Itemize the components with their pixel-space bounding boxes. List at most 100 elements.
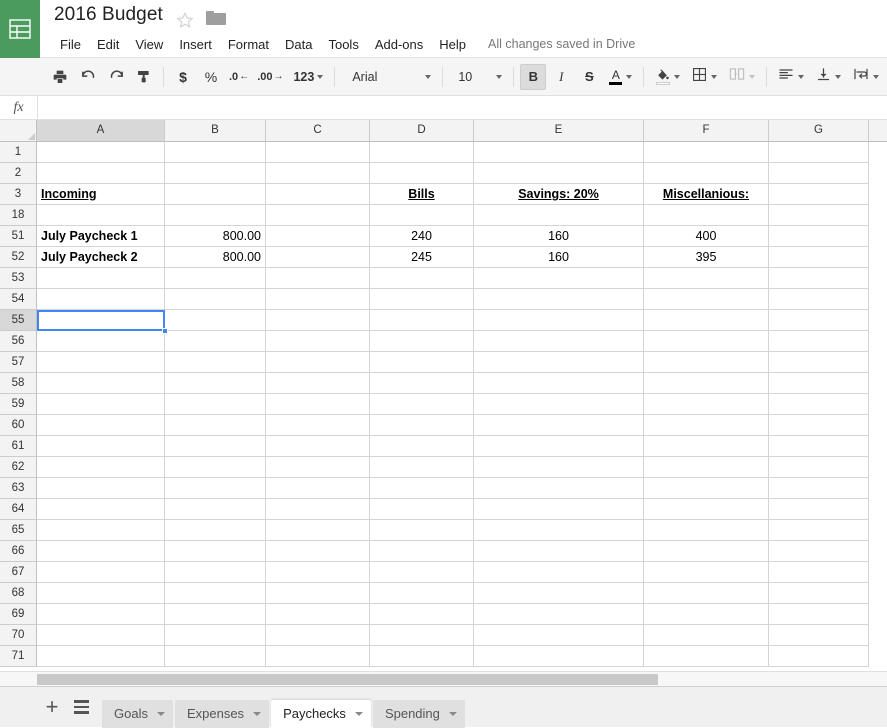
cell-F53[interactable] (644, 268, 769, 289)
cell-G62[interactable] (769, 457, 869, 478)
cell-A56[interactable] (37, 331, 165, 352)
menu-help[interactable]: Help (431, 35, 474, 54)
font-family-selector[interactable]: Arial (341, 64, 436, 90)
cell-F54[interactable] (644, 289, 769, 310)
cell-D66[interactable] (370, 541, 474, 562)
cell-A52[interactable]: July Paycheck 2 (37, 247, 165, 268)
cell-G58[interactable] (769, 373, 869, 394)
chevron-down-icon[interactable] (448, 711, 457, 716)
cell-E60[interactable] (474, 415, 644, 436)
cell-D1[interactable] (370, 142, 474, 163)
cell-C59[interactable] (266, 394, 370, 415)
cell-C3[interactable] (266, 184, 370, 205)
cell-D55[interactable] (370, 310, 474, 331)
cell-B53[interactable] (165, 268, 266, 289)
cell-G67[interactable] (769, 562, 869, 583)
column-header-d[interactable]: D (370, 120, 474, 141)
cell-C51[interactable] (266, 226, 370, 247)
cell-C62[interactable] (266, 457, 370, 478)
cell-A71[interactable] (37, 646, 165, 667)
menu-tools[interactable]: Tools (320, 35, 366, 54)
cell-G53[interactable] (769, 268, 869, 289)
cell-D67[interactable] (370, 562, 474, 583)
cell-C67[interactable] (266, 562, 370, 583)
row-header-61[interactable]: 61 (0, 436, 37, 457)
menu-view[interactable]: View (127, 35, 171, 54)
chevron-down-icon[interactable] (354, 711, 363, 716)
cell-F64[interactable] (644, 499, 769, 520)
horizontal-scrollbar-track[interactable] (0, 671, 887, 686)
cell-E70[interactable] (474, 625, 644, 646)
cell-A18[interactable] (37, 205, 165, 226)
cell-F66[interactable] (644, 541, 769, 562)
cell-D60[interactable] (370, 415, 474, 436)
cell-A68[interactable] (37, 583, 165, 604)
cell-E18[interactable] (474, 205, 644, 226)
column-header-a[interactable]: A (37, 120, 165, 141)
cell-A59[interactable] (37, 394, 165, 415)
cell-G68[interactable] (769, 583, 869, 604)
column-header-c[interactable]: C (266, 120, 370, 141)
cell-E51[interactable]: 160 (474, 226, 644, 247)
cell-C63[interactable] (266, 478, 370, 499)
menu-format[interactable]: Format (220, 35, 277, 54)
cell-G71[interactable] (769, 646, 869, 667)
row-header-1[interactable]: 1 (0, 142, 37, 163)
star-icon[interactable] (176, 11, 194, 29)
cell-B62[interactable] (165, 457, 266, 478)
row-header-53[interactable]: 53 (0, 268, 37, 289)
cell-E64[interactable] (474, 499, 644, 520)
cell-F61[interactable] (644, 436, 769, 457)
cell-B18[interactable] (165, 205, 266, 226)
row-header-71[interactable]: 71 (0, 646, 37, 667)
row-header-2[interactable]: 2 (0, 163, 37, 184)
cell-G66[interactable] (769, 541, 869, 562)
row-header-64[interactable]: 64 (0, 499, 37, 520)
cell-E65[interactable] (474, 520, 644, 541)
cell-A63[interactable] (37, 478, 165, 499)
cell-E2[interactable] (474, 163, 644, 184)
more-formats-button[interactable]: 123 (288, 64, 328, 90)
cell-A2[interactable] (37, 163, 165, 184)
cell-A62[interactable] (37, 457, 165, 478)
cell-B71[interactable] (165, 646, 266, 667)
cell-D57[interactable] (370, 352, 474, 373)
cell-C66[interactable] (266, 541, 370, 562)
cell-D70[interactable] (370, 625, 474, 646)
cell-F69[interactable] (644, 604, 769, 625)
cell-C52[interactable] (266, 247, 370, 268)
sheet-tab-spending[interactable]: Spending (372, 699, 465, 728)
cell-C1[interactable] (266, 142, 370, 163)
cell-E61[interactable] (474, 436, 644, 457)
cell-A58[interactable] (37, 373, 165, 394)
cell-C60[interactable] (266, 415, 370, 436)
cell-G64[interactable] (769, 499, 869, 520)
cell-D71[interactable] (370, 646, 474, 667)
cell-B51[interactable]: 800.00 (165, 226, 266, 247)
cell-D53[interactable] (370, 268, 474, 289)
cell-C68[interactable] (266, 583, 370, 604)
cell-E52[interactable]: 160 (474, 247, 644, 268)
cell-A69[interactable] (37, 604, 165, 625)
row-header-52[interactable]: 52 (0, 247, 37, 268)
cell-G54[interactable] (769, 289, 869, 310)
undo-icon[interactable] (75, 64, 101, 90)
cell-B69[interactable] (165, 604, 266, 625)
cell-D18[interactable] (370, 205, 474, 226)
cell-B54[interactable] (165, 289, 266, 310)
cell-E71[interactable] (474, 646, 644, 667)
cell-C61[interactable] (266, 436, 370, 457)
text-wrap-button[interactable] (848, 64, 884, 90)
cell-F55[interactable] (644, 310, 769, 331)
row-header-57[interactable]: 57 (0, 352, 37, 373)
cell-C58[interactable] (266, 373, 370, 394)
cell-F1[interactable] (644, 142, 769, 163)
cell-F70[interactable] (644, 625, 769, 646)
cell-G56[interactable] (769, 331, 869, 352)
cell-C65[interactable] (266, 520, 370, 541)
formula-input[interactable] (38, 95, 887, 120)
column-header-e[interactable]: E (474, 120, 644, 141)
cell-D56[interactable] (370, 331, 474, 352)
cell-F62[interactable] (644, 457, 769, 478)
cell-F52[interactable]: 395 (644, 247, 769, 268)
